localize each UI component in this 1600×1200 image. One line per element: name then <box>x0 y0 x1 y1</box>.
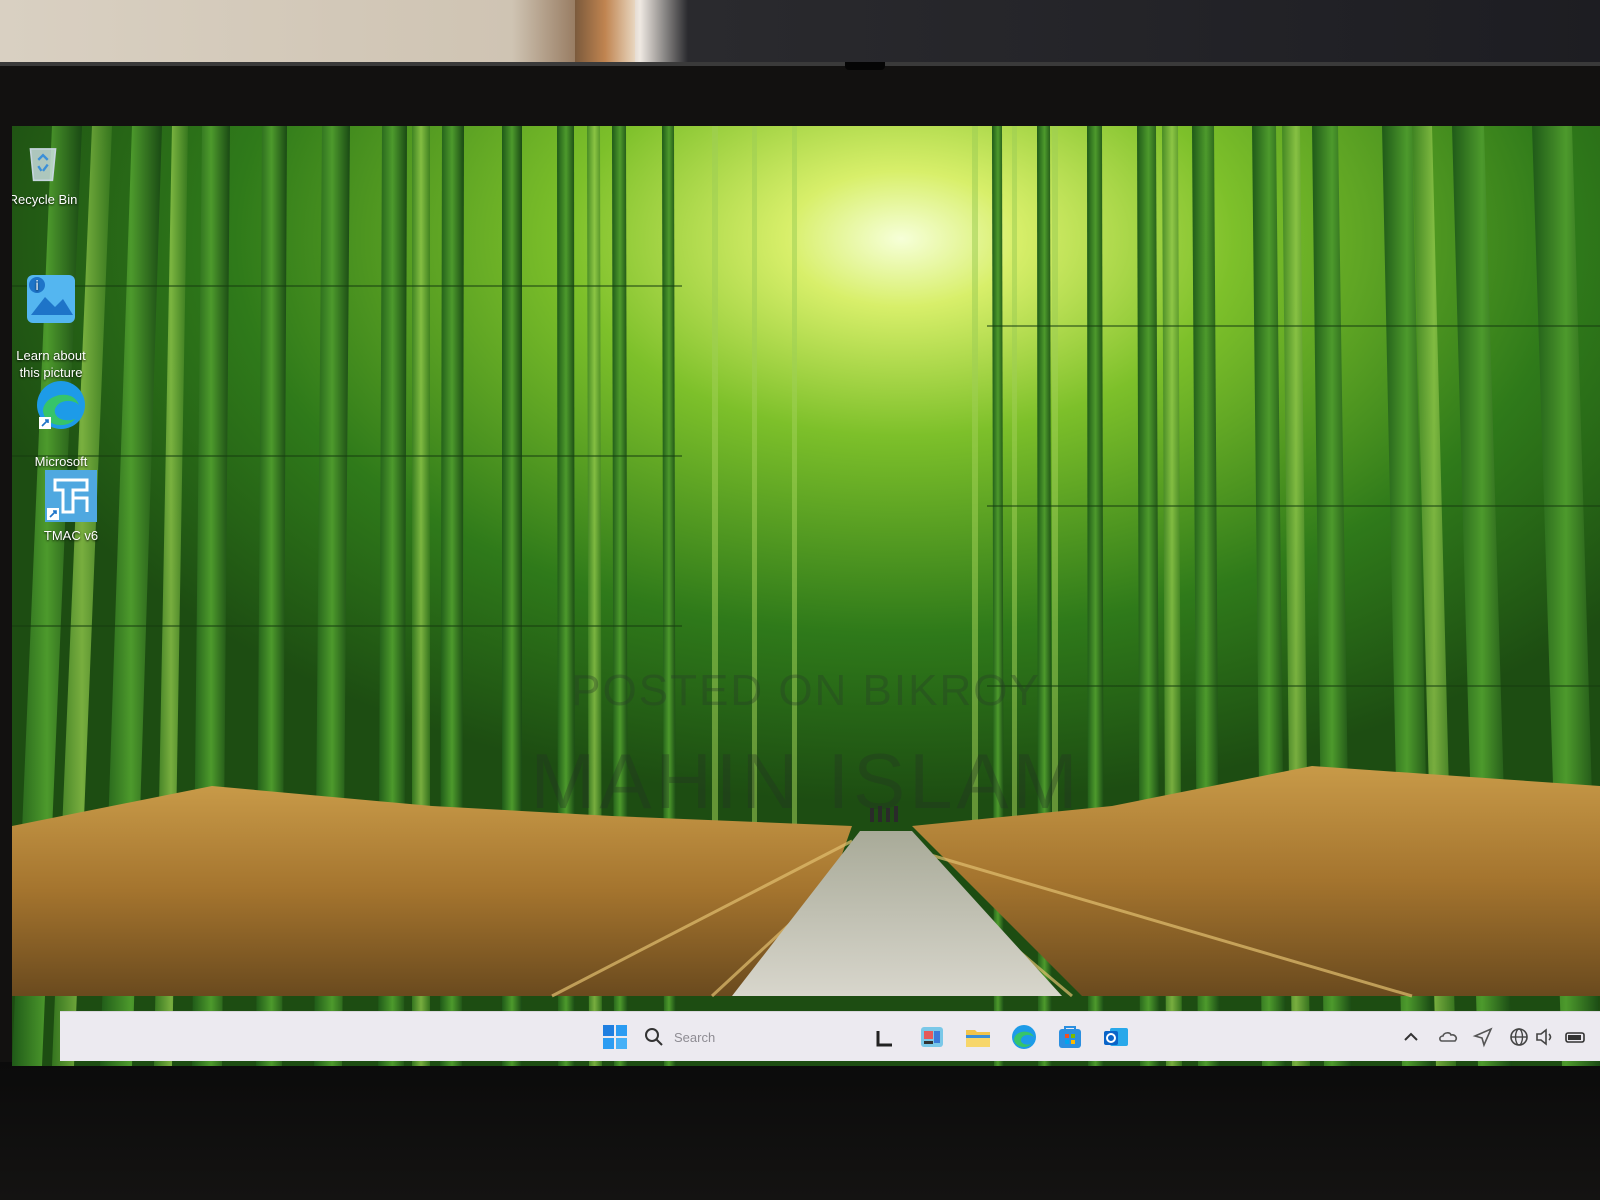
widgets-icon[interactable] <box>918 1023 946 1051</box>
onedrive-icon[interactable] <box>1438 1026 1460 1048</box>
svg-text:i: i <box>35 279 39 294</box>
desktop-icon-label: Recycle Bin <box>12 192 78 207</box>
start-icon[interactable] <box>602 1024 628 1050</box>
file-explorer-icon[interactable] <box>964 1023 992 1051</box>
webcam-notch <box>845 62 885 70</box>
taskbar: Search <box>60 1011 1600 1061</box>
location-icon[interactable] <box>1472 1026 1494 1048</box>
laptop-screen: POSTED ON BIKROY MAHIN ISLAM Recycle Bin… <box>12 126 1600 1066</box>
search-placeholder: Search <box>674 1029 716 1045</box>
edge-icon <box>37 381 85 429</box>
store-icon[interactable] <box>1056 1023 1084 1051</box>
chevron-up-icon[interactable] <box>1400 1026 1422 1048</box>
volume-icon[interactable] <box>1534 1026 1556 1048</box>
battery-icon[interactable] <box>1564 1026 1586 1048</box>
task-view-icon[interactable] <box>872 1023 900 1051</box>
tmac-icon <box>45 470 97 522</box>
outlook-icon[interactable] <box>1102 1023 1130 1051</box>
desktop-icon-label: TMAC v6 <box>43 528 99 543</box>
room-shelf <box>575 0 635 70</box>
desktop-icon-recycle-bin[interactable]: Recycle Bin <box>12 138 86 208</box>
learn-about-picture-icon: i <box>27 275 75 323</box>
desktop-wallpaper <box>12 126 1600 1066</box>
desktop-icon-tmac[interactable]: TMAC v6 <box>28 468 114 544</box>
recycle-bin-icon <box>29 148 57 182</box>
laptop-bezel-bottom <box>0 1062 1600 1200</box>
edge-icon[interactable] <box>1010 1023 1038 1051</box>
taskbar-search-box[interactable]: Search <box>644 1022 844 1052</box>
network-icon[interactable] <box>1508 1026 1530 1048</box>
search-icon <box>645 1028 663 1046</box>
